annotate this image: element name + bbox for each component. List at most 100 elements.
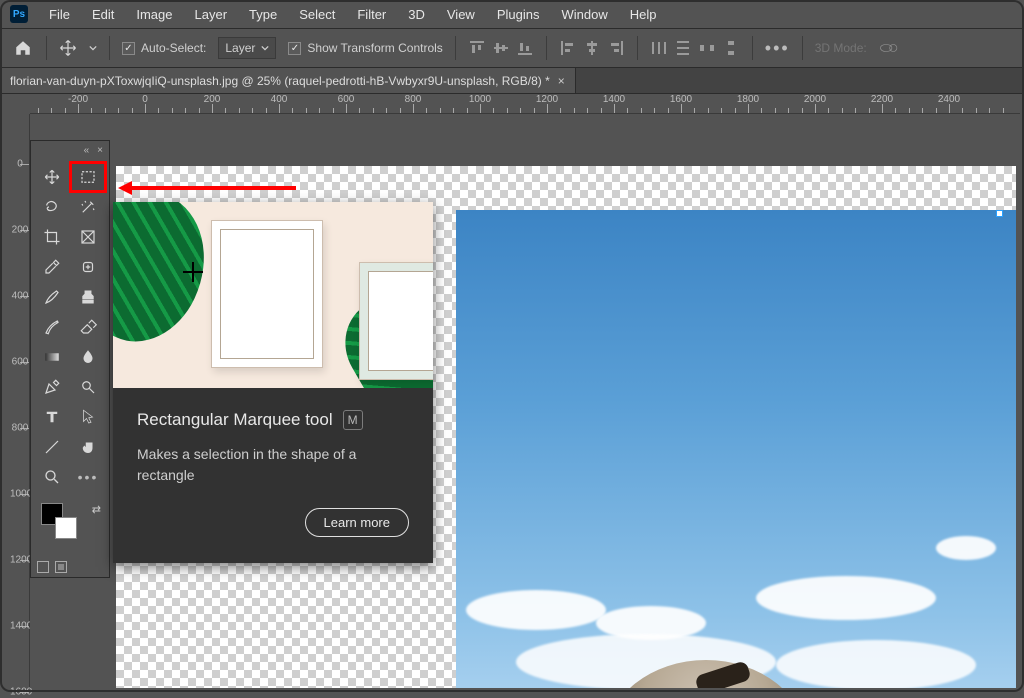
pen-tool[interactable] [35,373,69,401]
3d-mode-label: 3D Mode: [815,41,867,55]
history-brush-tool[interactable] [35,313,69,341]
crosshair-cursor-icon [183,262,203,282]
ruler-tick-label: 400 [271,94,288,105]
healing-brush-tool[interactable] [71,253,105,281]
menu-image[interactable]: Image [127,3,181,26]
color-swatches[interactable]: ⇄ [37,501,103,551]
menu-window[interactable]: Window [552,3,616,26]
more-options-icon[interactable]: ••• [765,38,790,59]
auto-select-checkbox[interactable]: ✓ Auto-Select: [122,41,206,55]
align-bottom-icon[interactable] [516,39,534,57]
selection-handle[interactable] [996,210,1003,217]
menu-filter[interactable]: Filter [348,3,395,26]
line-tool[interactable] [35,433,69,461]
ruler-tick-label: 200 [204,94,221,105]
menu-file[interactable]: File [40,3,79,26]
type-tool[interactable] [35,403,69,431]
align-hcenter-icon[interactable] [583,39,601,57]
home-icon [14,39,32,57]
menu-3d[interactable]: 3D [399,3,434,26]
eraser-tool[interactable] [71,313,105,341]
distribute-v-icon[interactable] [674,39,692,57]
divider [546,36,547,60]
3d-orbit-icon[interactable] [879,40,899,56]
dodge-tool[interactable] [71,373,105,401]
blur-tool[interactable] [71,343,105,371]
show-transform-label: Show Transform Controls [307,41,442,55]
align-top-icon[interactable] [468,39,486,57]
swap-colors-icon[interactable]: ⇄ [92,503,101,516]
ruler-tick-label: 1400 [10,621,30,632]
align-right-icon[interactable] [607,39,625,57]
divider [637,36,638,60]
distribute-group [650,39,740,57]
tooltip-title-row: Rectangular Marquee tool M [137,410,409,430]
screen-mode-standard-icon[interactable] [37,561,49,573]
menubar: Ps File Edit Image Layer Type Select Fil… [0,0,1024,28]
ruler-horizontal[interactable]: -400-20002004006008001000120014001600180… [30,94,1020,114]
menu-edit[interactable]: Edit [83,3,123,26]
divider [46,36,47,60]
gradient-tool[interactable] [35,343,69,371]
background-color-swatch[interactable] [55,517,77,539]
align-vcenter-icon[interactable] [492,39,510,57]
tooltip-preview [113,202,433,388]
crop-tool[interactable] [35,223,69,251]
ruler-tick-label: 1800 [737,94,759,105]
edit-toolbar-icon[interactable]: ••• [71,463,105,491]
frame-tool[interactable] [71,223,105,251]
home-button[interactable] [12,37,34,59]
ruler-tick-label: 1000 [469,94,491,105]
ruler-tick-label: 2200 [871,94,893,105]
distribute-space-h-icon[interactable] [698,39,716,57]
menu-type[interactable]: Type [240,3,286,26]
menu-layer[interactable]: Layer [186,3,237,26]
ruler-tick-label: 600 [338,94,355,105]
document-tab[interactable]: florian-van-duyn-pXToxwjqIiQ-unsplash.jp… [0,68,576,93]
menu-plugins[interactable]: Plugins [488,3,549,26]
distribute-space-v-icon[interactable] [722,39,740,57]
ruler-tick-label: -200 [68,94,88,105]
brush-tool[interactable] [35,283,69,311]
clone-stamp-tool[interactable] [71,283,105,311]
document-tab-title: florian-van-duyn-pXToxwjqIiQ-unsplash.jp… [10,74,550,88]
dropdown-value: Layer [225,41,255,55]
hand-tool[interactable] [71,433,105,461]
close-panel-icon[interactable]: × [97,145,103,156]
menu-view[interactable]: View [438,3,484,26]
rectangular-marquee-tool[interactable] [71,163,105,191]
ruler-tick-label: 200 [10,225,30,236]
toolbox-header: « × [31,141,109,159]
path-selection-tool[interactable] [71,403,105,431]
align-group-1 [468,39,534,57]
menu-help[interactable]: Help [621,3,666,26]
options-bar: ✓ Auto-Select: Layer ✓ Show Transform Co… [0,28,1024,68]
tooltip-title: Rectangular Marquee tool [137,410,333,430]
chevron-down-icon [261,44,269,52]
menu-select[interactable]: Select [290,3,344,26]
lasso-tool[interactable] [35,193,69,221]
divider [109,36,110,60]
toolbox: « × [30,140,110,578]
ruler-tick-label: 2400 [938,94,960,105]
checkbox-checked-icon: ✓ [122,42,135,55]
ruler-vertical[interactable]: 02004006008001000120014001600 [10,114,30,688]
checkbox-checked-icon: ✓ [288,42,301,55]
zoom-tool[interactable] [35,463,69,491]
align-left-icon[interactable] [559,39,577,57]
auto-select-type-dropdown[interactable]: Layer [218,37,276,59]
distribute-h-icon[interactable] [650,39,668,57]
quick-mask-icon[interactable] [55,561,67,573]
chevron-down-icon[interactable] [89,44,97,52]
show-transform-checkbox[interactable]: ✓ Show Transform Controls [288,41,442,55]
learn-more-button[interactable]: Learn more [305,508,409,537]
divider [752,36,753,60]
move-tool[interactable] [35,163,69,191]
magic-wand-tool[interactable] [71,193,105,221]
tooltip-shortcut-badge: M [343,410,363,430]
eyedropper-tool[interactable] [35,253,69,281]
divider [802,36,803,60]
collapse-panel-icon[interactable]: « [84,145,90,156]
ruler-tick-label: 1600 [10,687,30,698]
close-tab-icon[interactable]: × [558,74,565,88]
